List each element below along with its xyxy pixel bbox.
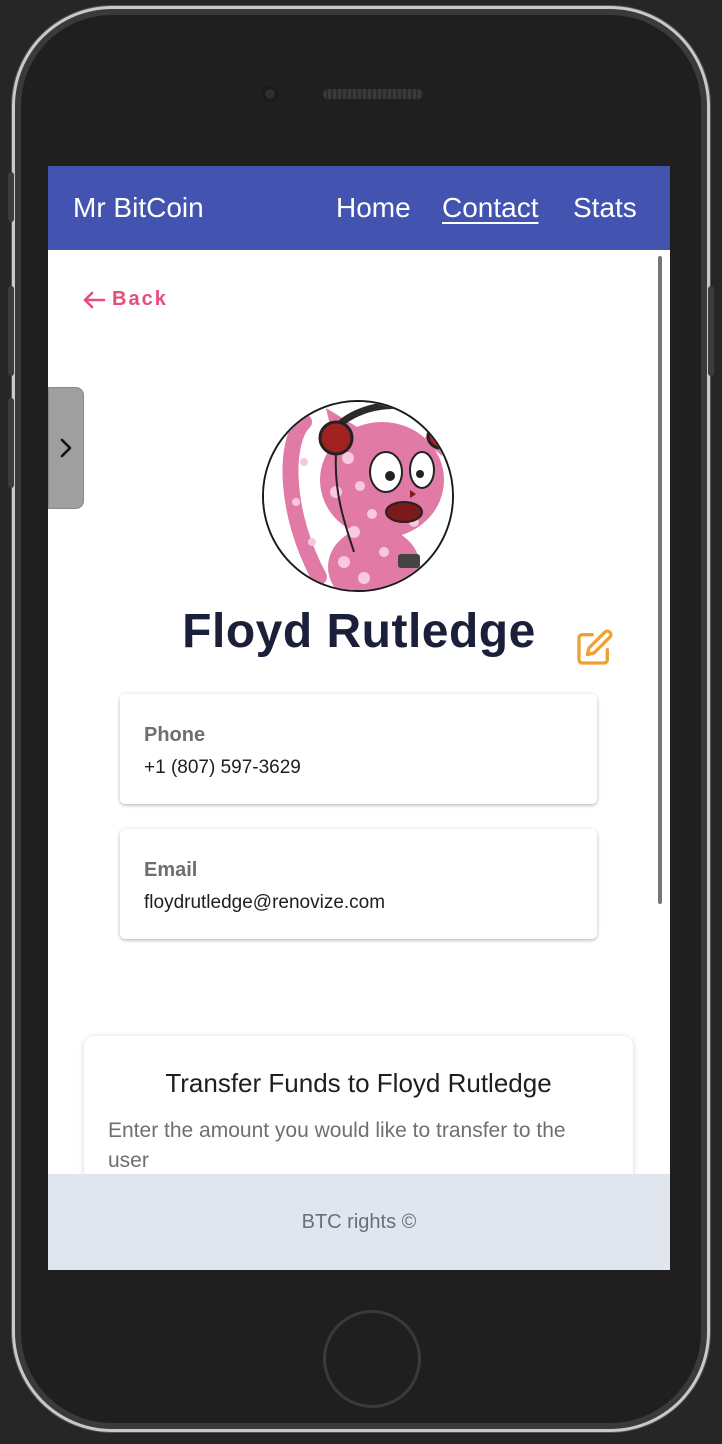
power-button [708,286,714,376]
transfer-card: Transfer Funds to Floyd Rutledge Enter t… [84,1036,633,1196]
camera-icon [262,86,278,102]
email-value: floydrutledge@renovize.com [144,892,386,913]
email-label: Email [144,859,198,881]
speaker-grille [323,89,423,99]
transfer-title: Transfer Funds to Floyd Rutledge [165,1068,552,1098]
mute-switch [8,172,14,222]
brand-logo[interactable]: Mr BitCoin [73,192,204,224]
nav-link-stats[interactable]: Stats [573,192,637,224]
transfer-description: Enter the amount you would like to trans… [108,1119,566,1172]
pink-cat-avatar-icon [264,402,452,590]
scrollbar[interactable] [658,256,662,904]
volume-up-button [8,286,14,376]
edit-contact-button[interactable] [574,628,614,673]
footer-text: BTC rights © [301,1210,417,1233]
nav-link-contact[interactable]: Contact [442,192,539,224]
home-button[interactable] [323,1310,421,1408]
chevron-right-icon [60,438,72,458]
contact-avatar [262,400,454,592]
nav-link-home[interactable]: Home [336,192,411,224]
navbar: Mr BitCoin Home Contact Stats [48,166,670,250]
drawer-toggle-button[interactable] [48,387,84,509]
footer: BTC rights © [48,1174,670,1270]
volume-down-button [8,398,14,488]
arrow-left-icon [83,291,106,308]
app-screen: Mr BitCoin Home Contact Stats Back Floyd… [48,166,670,1270]
edit-icon [577,629,613,665]
phone-label: Phone [144,724,206,746]
phone-card: Phone +1 (807) 597-3629 [120,694,597,804]
phone-value: +1 (807) 597-3629 [144,757,301,778]
back-label: Back [112,288,168,310]
back-link[interactable]: Back [82,288,168,311]
email-card: Email floydrutledge@renovize.com [120,829,597,939]
